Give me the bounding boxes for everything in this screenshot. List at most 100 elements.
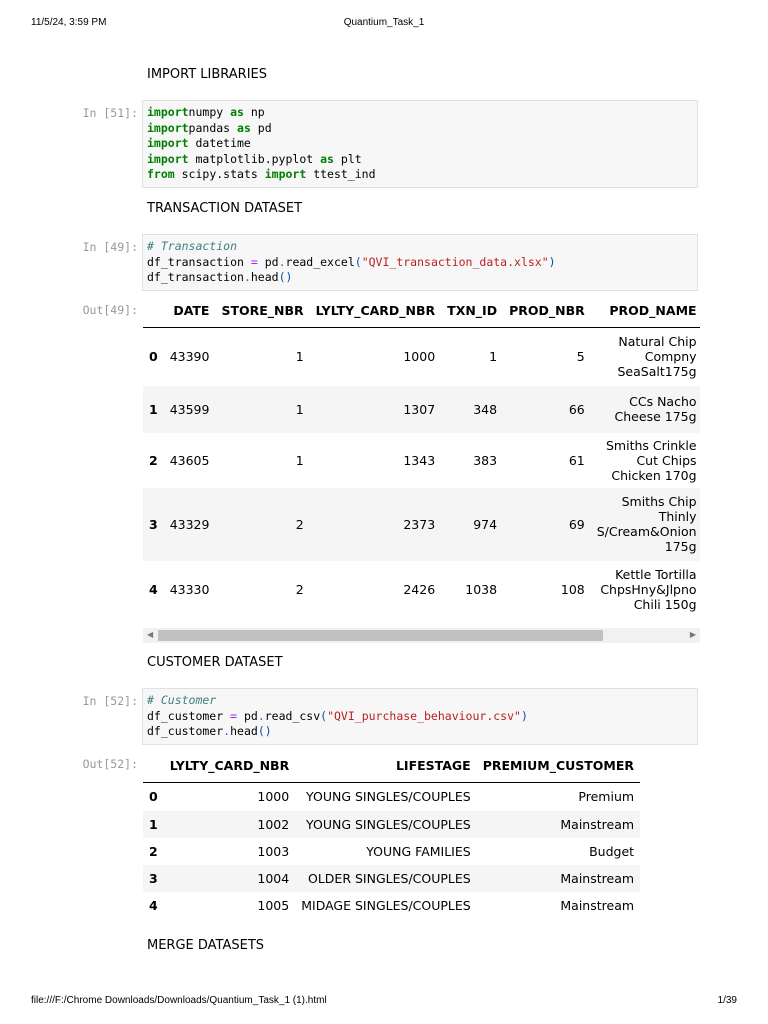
code-line: # Transaction: [147, 239, 697, 255]
code-line: importpandas as pd: [147, 121, 697, 137]
table-cell: Kettle Tortilla ChpsHny&Jlpno Chili 150g: [600, 566, 697, 612]
table-cell: 1005: [257, 897, 290, 913]
row-index: 3: [143, 487, 164, 561]
output-prompt-52: Out[52]:: [82, 757, 138, 771]
row-index: 4: [149, 581, 158, 597]
table-cell: MIDAGE SINGLES/COUPLES: [301, 897, 471, 913]
table-cell: Smiths Chip Thinly S/Cream&Onion 175g: [590, 487, 700, 561]
table-cell: 43330: [169, 581, 210, 597]
row-index: 0: [149, 789, 158, 805]
table-cell: 43329: [163, 487, 216, 561]
table-cell: 43599: [163, 385, 216, 433]
heading-import-libraries: IMPORT LIBRARIES: [147, 67, 268, 82]
code-token: df_transaction: [147, 254, 251, 269]
table-cell: 1: [295, 349, 304, 365]
code-token: =: [250, 254, 258, 269]
code-token: # Customer: [147, 693, 217, 707]
row-index: 3: [143, 864, 164, 892]
table-row: 0 43390 1 1000 1 5 Natural Chip Compny SeaSalt…: [143, 328, 700, 386]
table-row: 1 1002 YOUNG SINGLES/COUPLES Mainstream: [143, 810, 641, 838]
input-prompt-51: In [51]:: [82, 106, 138, 120]
heading-merge-datasets: MERGE DATASETS: [147, 938, 265, 953]
column-header: LIFESTAGE: [295, 748, 477, 783]
code-token: datetime: [188, 136, 251, 150]
scrollbar-thumb[interactable]: [158, 630, 603, 641]
code-token: import: [147, 120, 189, 135]
code-token: import: [147, 136, 189, 150]
code-token: (): [257, 724, 272, 738]
input-prompt-49: In [49]:: [82, 240, 138, 254]
code-token: read_csv: [264, 708, 321, 723]
code-line: df_transaction = pd.read_excel("QVI_tran…: [147, 255, 697, 271]
table-cell: Budget: [589, 843, 635, 859]
scroll-right-arrow-icon[interactable]: ▶: [690, 630, 696, 639]
table-row: 1 43599 1 1307 348 66 CCs Nacho Cheese 175g: [143, 385, 700, 433]
table-cell: 2373: [309, 487, 442, 561]
table-cell: 43605: [169, 452, 210, 468]
code-token: pd: [250, 120, 272, 135]
table-cell: Premium: [578, 789, 635, 805]
column-header: DATE: [163, 293, 216, 328]
code-line: df_customer = pd.read_csv("QVI_purchase_…: [147, 709, 697, 725]
table-cell: 61: [568, 452, 585, 468]
code-token: =: [230, 708, 238, 723]
code-line: import datetime: [147, 136, 697, 152]
heading-transaction-dataset: TRANSACTION DATASET: [147, 201, 303, 216]
table-cell: 2426: [403, 581, 436, 597]
code-token: scipy.stats: [174, 167, 265, 181]
table-cell: 66: [503, 385, 591, 433]
code-token: df_transaction: [147, 270, 244, 284]
code-line: import matplotlib.pyplot as plt: [147, 152, 697, 168]
code-token: (): [278, 270, 293, 284]
code-token: df_customer: [147, 708, 231, 723]
code-cell-52[interactable]: # Customer df_customer = pd.read_csv("QVI…: [142, 688, 698, 745]
column-header: STORE_NBR: [215, 293, 310, 328]
table-cell: 69: [503, 487, 591, 561]
customer-table: LYLTY_CARD_NBR LIFESTAGE PREMIUM_CUSTOMER …: [143, 748, 641, 919]
code-token: as: [237, 120, 251, 135]
row-index: 2: [149, 452, 158, 468]
table-cell: Smiths Crinkle Cut Chips Chicken 170g: [605, 437, 697, 483]
table-cell: 1000: [403, 349, 436, 365]
code-token: np: [243, 105, 265, 119]
code-token: "QVI_transaction_data.xlsx": [361, 254, 549, 269]
column-header: LYLTY_CARD_NBR: [309, 293, 442, 328]
table-cell: Mainstream: [476, 864, 641, 892]
horizontal-scrollbar[interactable]: ◀ ▶: [143, 628, 700, 643]
table-cell: 1003: [257, 843, 290, 859]
table-cell: 1: [295, 452, 304, 468]
table-cell: 348: [441, 385, 504, 433]
code-token: numpy: [188, 105, 231, 119]
column-header: PROD_NAME: [590, 293, 700, 328]
code-token: pd: [257, 254, 279, 269]
code-token: "QVI_purchase_behaviour.csv": [327, 708, 521, 723]
code-token: (: [354, 254, 362, 269]
code-token: head: [250, 270, 279, 284]
table-cell: 43390: [169, 349, 210, 365]
code-token: .: [278, 254, 286, 269]
code-cell-51[interactable]: importnumpy as np importpandas as pd impor…: [142, 100, 698, 188]
table-row: 2 1003 YOUNG FAMILIES Budget: [143, 838, 640, 865]
print-page-number: 1/39: [717, 995, 737, 1006]
column-header: LYLTY_CARD_NBR: [163, 748, 296, 783]
table-cell: YOUNG SINGLES/COUPLES: [295, 810, 477, 838]
table-row: 3 1004 OLDER SINGLES/COUPLES Mainstream: [143, 864, 641, 892]
code-line: df_transaction.head(): [147, 270, 697, 286]
code-token: pandas: [188, 120, 238, 135]
scroll-left-arrow-icon[interactable]: ◀: [147, 630, 153, 639]
column-header: [143, 748, 164, 783]
table-cell: 383: [473, 452, 498, 468]
code-token: from: [147, 167, 175, 181]
column-header: TXN_ID: [441, 293, 504, 328]
table-cell: 1307: [309, 385, 442, 433]
column-header: PROD_NBR: [503, 293, 591, 328]
print-file-path: file:///F:/Chrome Downloads/Downloads/Qu…: [31, 995, 327, 1006]
table-cell: Mainstream: [560, 897, 635, 913]
table-cell: 1343: [403, 452, 436, 468]
row-index: 1: [143, 810, 164, 838]
code-cell-49[interactable]: # Transaction df_transaction = pd.read_ex…: [142, 234, 698, 291]
table-cell: YOUNG SINGLES/COUPLES: [306, 789, 471, 805]
table-cell: 1000: [257, 789, 290, 805]
row-index: 0: [149, 349, 158, 365]
code-line: importnumpy as np: [147, 105, 697, 121]
